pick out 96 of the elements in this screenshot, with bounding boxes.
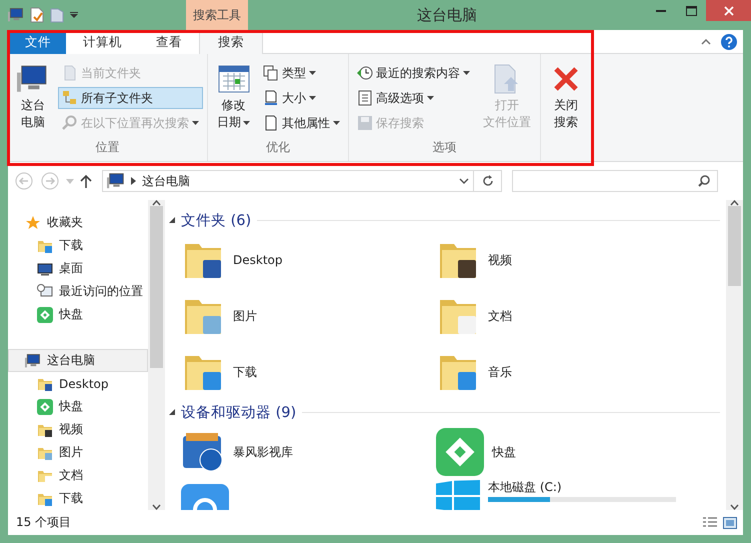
computer-icon <box>107 172 125 190</box>
search-icon <box>698 175 710 187</box>
context-tab-label: 搜索工具 <box>186 0 248 30</box>
close-icon <box>724 6 734 16</box>
nav-item[interactable]: 文档 <box>8 464 148 487</box>
calendar-icon <box>218 63 250 95</box>
windows-logo-icon <box>436 480 480 510</box>
folder-name: Desktop <box>233 253 282 267</box>
subfolders-icon <box>62 90 78 106</box>
clock-icon <box>357 65 373 81</box>
refresh-icon <box>482 175 494 187</box>
nav-item[interactable]: 快盘 <box>8 303 148 326</box>
ribbon-button[interactable]: 所有子文件夹 <box>58 87 203 109</box>
app-name: 快盘 <box>492 444 516 460</box>
drive-name: 本地磁盘 (C:) <box>488 480 563 494</box>
star-icon <box>25 214 41 230</box>
up-arrow-icon[interactable] <box>80 174 92 188</box>
item-count: 15 个项目 <box>16 514 72 531</box>
nav-item[interactable]: 桌面 <box>8 257 148 280</box>
save-icon <box>357 115 373 131</box>
document-icon[interactable] <box>30 7 44 23</box>
help-icon[interactable] <box>721 34 737 50</box>
close-button[interactable] <box>706 0 751 21</box>
folder-name: 音乐 <box>488 364 512 380</box>
computer-icon <box>17 63 49 95</box>
scrollbar-thumb[interactable] <box>150 206 163 368</box>
scrollbar[interactable] <box>726 200 743 510</box>
ribbon-button[interactable]: 高级选项 <box>353 87 474 109</box>
nav-item[interactable]: 视频 <box>8 418 148 441</box>
nav-item[interactable]: 这台电脑 <box>8 349 148 372</box>
diamond-logo-icon <box>37 398 53 414</box>
search-location-icon <box>62 115 78 131</box>
ribbon-button[interactable]: 大小 <box>259 87 344 109</box>
caret-icon <box>192 121 199 125</box>
scroll-up-icon <box>730 200 739 206</box>
minimize-icon <box>656 10 666 12</box>
details-view-icon[interactable] <box>703 516 717 528</box>
options-icon <box>357 90 373 106</box>
folder-name: 下载 <box>233 364 257 380</box>
large-icons-view-icon[interactable] <box>723 516 737 528</box>
nav-item[interactable]: 下载 <box>8 234 148 257</box>
maximize-icon <box>686 6 696 16</box>
caret-icon <box>309 71 316 75</box>
address-field[interactable]: 这台电脑 <box>102 170 474 192</box>
recent-places-icon <box>37 284 53 300</box>
scrollbar-thumb[interactable] <box>728 206 741 286</box>
diamond-logo-icon <box>436 428 484 476</box>
caret-icon <box>463 71 470 75</box>
nav-item[interactable]: 快盘 <box>8 395 148 418</box>
ribbon-button[interactable]: 类型 <box>259 62 344 84</box>
nav-item[interactable]: 收藏夹 <box>8 211 148 234</box>
group-label: 选项 <box>432 139 458 156</box>
document-icon <box>263 90 279 106</box>
diamond-logo-icon <box>37 306 53 322</box>
folder-name: 视频 <box>488 252 512 268</box>
ribbon-button[interactable]: 关闭 搜索 <box>545 58 587 139</box>
search-field[interactable] <box>512 170 718 192</box>
collapse-icon[interactable] <box>701 38 711 44</box>
caret-icon[interactable] <box>459 178 469 184</box>
folder-name: 文档 <box>488 308 512 324</box>
document-icon <box>263 115 279 131</box>
section-title: 文件夹 (6) <box>181 212 252 230</box>
refresh-button[interactable] <box>474 170 502 192</box>
nav-item[interactable]: 最近访问的位置 <box>8 280 148 303</box>
forward-icon <box>41 172 59 190</box>
address-path: 这台电脑 <box>142 172 191 190</box>
caret-icon <box>427 96 434 100</box>
chevron-icon <box>131 177 136 185</box>
caret-icon <box>309 96 316 100</box>
group-label: 位置 <box>94 139 120 156</box>
ribbon-button[interactable]: 最近的搜索内容 <box>353 62 474 84</box>
group-label: 优化 <box>265 139 291 156</box>
folder-name: 图片 <box>233 308 257 324</box>
nav-item[interactable]: 下载 <box>8 487 148 510</box>
collapse-icon[interactable] <box>169 217 175 223</box>
scroll-down-icon <box>730 504 739 510</box>
collapse-icon[interactable] <box>169 409 175 415</box>
caret-icon <box>333 121 340 125</box>
caret-icon <box>243 120 250 124</box>
back-icon <box>15 172 33 190</box>
nav-item[interactable]: Desktop <box>8 372 148 395</box>
caret-icon[interactable] <box>70 12 78 18</box>
section-title: 设备和驱动器 (9) <box>181 404 296 422</box>
monitor-icon <box>37 260 53 276</box>
app-name: 暴风影视库 <box>233 444 293 460</box>
scrollbar[interactable] <box>148 200 165 510</box>
ribbon-button[interactable]: 其他属性 <box>259 112 344 134</box>
ribbon-button[interactable]: 这台 电脑 <box>12 58 54 139</box>
computer-icon <box>25 352 41 368</box>
scroll-up-icon <box>152 200 161 206</box>
scroll-down-icon <box>152 504 161 510</box>
ribbon-button[interactable]: 修改 日期 <box>212 58 255 139</box>
window-title: 这台电脑 <box>416 4 478 26</box>
computer-icon <box>8 7 24 23</box>
nav-item[interactable]: 图片 <box>8 441 148 464</box>
files-icon <box>263 65 279 81</box>
